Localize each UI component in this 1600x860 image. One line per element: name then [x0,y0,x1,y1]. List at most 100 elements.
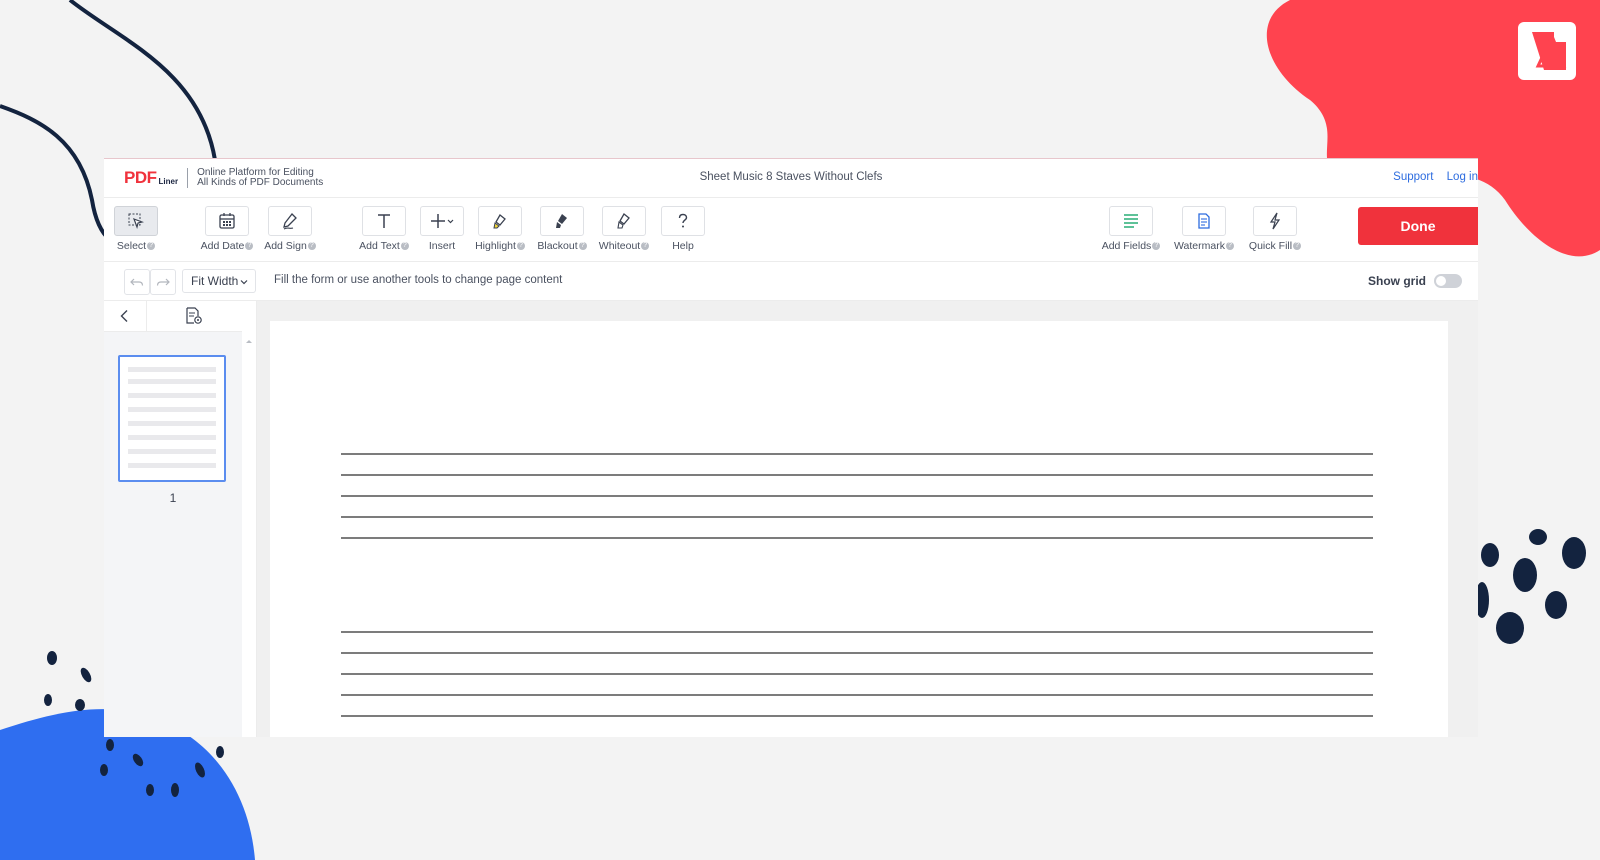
cursor-icon [128,213,145,230]
tool-add-fields-text: Add Fields [1101,240,1152,252]
thumbnail-line [128,407,216,412]
tool-select-label: Select? [106,240,166,252]
tool-whiteout-text: Whiteout [598,240,641,252]
tool-whiteout-label: Whiteout? [594,240,654,252]
calendar-icon [219,213,235,229]
tool-add-text[interactable]: Add Text? [354,206,414,252]
help-badge-icon[interactable]: ? [1152,242,1161,251]
scroll-up-icon [246,340,252,343]
tool-add-fields[interactable]: Add Fields? [1101,206,1161,252]
undo-icon [130,278,144,286]
tool-add-sign-box [268,206,312,236]
thumbnail-line [128,435,216,440]
redo-button[interactable] [150,269,176,295]
thumbnail-line [128,463,216,468]
tool-add-text-label: Add Text? [354,240,414,252]
tool-quick-fill-text: Quick Fill [1248,240,1293,252]
staff-line [341,495,1373,497]
show-grid-label: Show grid [1368,274,1426,288]
staff-line [341,453,1373,455]
support-link[interactable]: Support [1393,171,1433,183]
tool-add-date[interactable]: Add Date? [197,206,257,252]
staff-line [341,673,1373,675]
pages-sidebar: 1 [104,301,242,737]
document-canvas [257,301,1478,737]
show-grid-toggle[interactable] [1434,274,1462,288]
tool-whiteout[interactable]: Whiteout? [594,206,654,252]
tool-insert-label: Insert [428,240,456,252]
tool-watermark-box [1182,206,1226,236]
tool-quick-fill-box [1253,206,1297,236]
highlighter-icon [493,214,506,229]
lightning-icon [1269,212,1281,230]
zoom-select[interactable]: Fit Width [182,269,256,293]
help-badge-icon[interactable]: ? [400,242,409,251]
thumbnail-line [128,379,216,384]
blackout-icon [556,214,567,228]
show-grid-control: Show grid [1368,274,1462,288]
tool-add-text-text: Add Text [359,240,400,252]
tool-blackout-box [540,206,584,236]
tool-watermark[interactable]: Watermark? [1174,206,1234,252]
login-link[interactable]: Log in [1447,171,1478,183]
tool-insert[interactable]: Insert [412,206,472,252]
document-page[interactable] [270,321,1448,737]
help-badge-icon[interactable]: ? [641,242,650,251]
page-thumbnail[interactable] [118,355,226,482]
document-title: Sheet Music 8 Staves Without Clefs [699,171,883,183]
tool-help-box [661,206,705,236]
tool-add-date-label: Add Date? [197,240,257,252]
help-badge-icon[interactable]: ? [1293,242,1302,251]
staff-line [341,474,1373,476]
tool-quick-fill[interactable]: Quick Fill? [1245,206,1305,252]
staff-line [341,516,1373,518]
thumbnail-line [128,449,216,454]
toolbar-hint: Fill the form or use another tools to ch… [274,274,563,286]
tool-add-date-text: Add Date [200,240,245,252]
page-settings-icon[interactable] [184,306,204,326]
tool-help-label: Help [672,240,694,252]
tool-highlight-label: Highlight? [470,240,530,252]
fields-icon [1124,214,1138,228]
tool-add-sign[interactable]: Add Sign? [260,206,320,252]
help-badge-icon[interactable]: ? [307,242,316,251]
tool-select[interactable]: Select? [106,206,166,252]
help-badge-icon[interactable]: ? [1225,242,1234,251]
zoom-value: Fit Width [191,274,239,288]
tool-select-text: Select [116,240,147,252]
tool-add-fields-label: Add Fields? [1101,240,1161,252]
page-number: 1 [169,491,177,505]
tool-help[interactable]: Help [653,206,713,252]
help-badge-icon[interactable]: ? [578,242,587,251]
tool-whiteout-box [602,206,646,236]
watermark-icon [1198,213,1210,229]
tool-add-date-box [205,206,249,236]
text-icon [378,214,390,228]
tool-highlight[interactable]: Highlight? [470,206,530,252]
thumbnail-scrollbar[interactable] [242,301,257,737]
help-badge-icon[interactable]: ? [245,242,254,251]
chevron-left-icon [120,310,128,322]
staff-line [341,694,1373,696]
help-badge-icon[interactable]: ? [516,242,525,251]
staff-line [341,537,1373,539]
plus-icon [431,214,454,228]
tool-add-fields-box [1109,206,1153,236]
staff-line [341,631,1373,633]
help-badge-icon[interactable]: ? [147,242,156,251]
tool-blackout-label: Blackout? [532,240,592,252]
header-links: Support Log in [1383,171,1478,183]
tool-add-sign-label: Add Sign? [260,240,320,252]
collapse-sidebar-button[interactable] [104,301,147,331]
pdfliner-corner-logo-icon [1518,22,1576,80]
header-bar: PDF Liner Online Platform for Editing Al… [104,159,1478,198]
tool-select-box [114,206,158,236]
done-button[interactable]: Done [1358,207,1478,245]
undo-button[interactable] [124,269,150,295]
thumbnail-line [128,393,216,398]
tool-blackout[interactable]: Blackout? [532,206,592,252]
redo-icon [156,278,170,286]
staff-line [341,652,1373,654]
main-toolbar: Select? Add Date? Add Sign? Add Text? In [104,198,1478,262]
eraser-icon [617,213,630,229]
